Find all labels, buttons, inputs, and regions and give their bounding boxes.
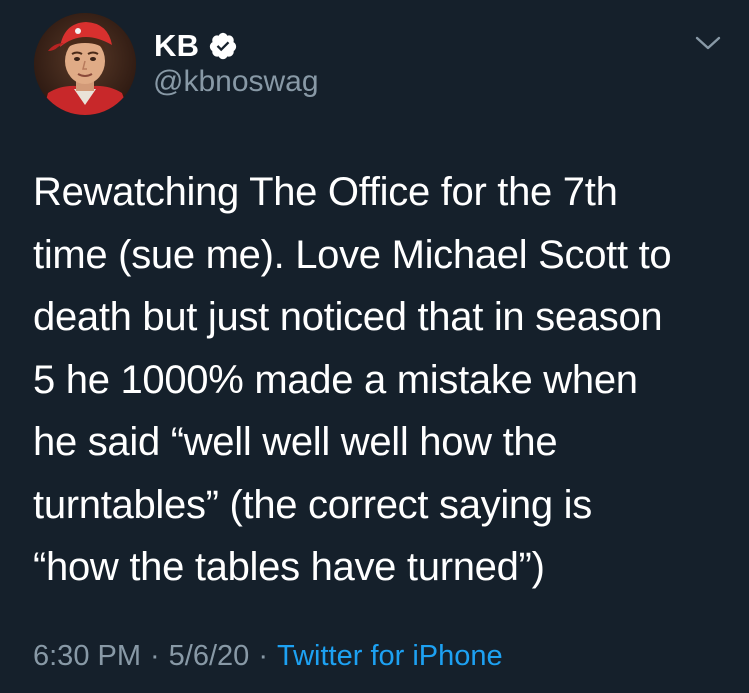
- tweet-card: KB @kbnoswag Rewatching The Office for t…: [0, 0, 749, 693]
- avatar-image: [34, 13, 136, 115]
- chevron-down-icon[interactable]: [693, 33, 723, 53]
- display-name[interactable]: KB: [154, 28, 199, 64]
- avatar[interactable]: [34, 13, 136, 115]
- tweet-text: Rewatching The Office for the 7th time (…: [33, 170, 672, 589]
- separator: ·: [258, 640, 268, 672]
- tweet-time[interactable]: 6:30 PM: [33, 640, 141, 673]
- tweet-date[interactable]: 5/6/20: [169, 640, 250, 673]
- separator: ·: [150, 640, 160, 672]
- tweet-source-link[interactable]: Twitter for iPhone: [277, 640, 503, 673]
- user-handle[interactable]: @kbnoswag: [153, 65, 319, 99]
- tweet-metadata: 6:30 PM · 5/6/20 · Twitter for iPhone: [33, 640, 503, 673]
- verified-badge-icon: [210, 32, 237, 60]
- author-row: KB: [154, 26, 238, 66]
